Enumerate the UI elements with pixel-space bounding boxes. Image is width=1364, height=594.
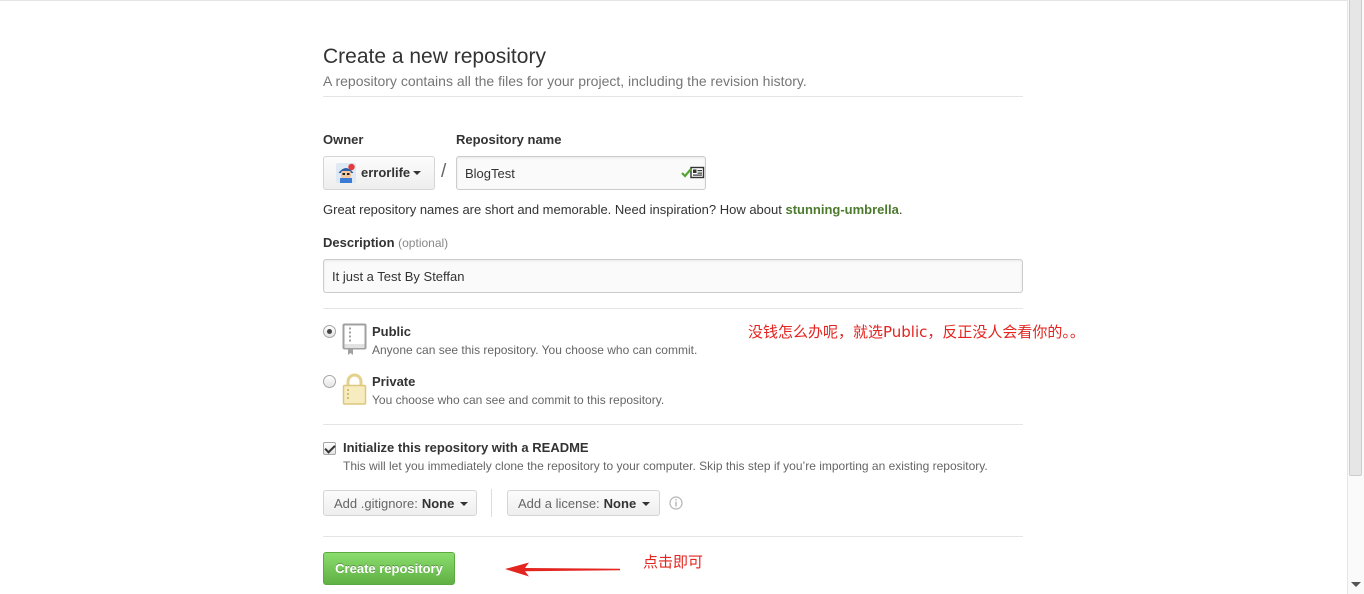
owner-select-button[interactable]: errorlife xyxy=(323,156,435,190)
lock-icon xyxy=(342,372,367,408)
owner-label: Owner xyxy=(323,132,364,147)
visibility-annotation: 没钱怎么办呢，就选Public，反正没人会看你的。。 xyxy=(748,323,1085,341)
description-divider xyxy=(323,308,1023,309)
path-separator: / xyxy=(441,161,447,182)
public-radio[interactable] xyxy=(323,325,336,338)
readme-description: This will let you immediately clone the … xyxy=(343,459,988,473)
page-subtitle: A repository contains all the files for … xyxy=(323,73,807,89)
top-border xyxy=(0,0,1347,1)
arrow-left-icon xyxy=(505,562,620,577)
caret-down-icon xyxy=(460,501,469,506)
scroll-down-arrow-icon[interactable] xyxy=(1351,582,1361,587)
private-description: You choose who can see and commit to thi… xyxy=(372,393,665,407)
caret-down-icon xyxy=(642,501,651,506)
book-icon xyxy=(342,323,367,359)
repository-name-label: Repository name xyxy=(456,132,562,147)
visibility-divider xyxy=(323,424,1023,425)
owner-name: errorlife xyxy=(361,165,411,180)
hint-text: Great repository names are short and mem… xyxy=(323,202,786,217)
readme-label: Initialize this repository with a README xyxy=(343,440,589,455)
repository-name-field xyxy=(456,156,706,190)
gitignore-prefix: Add .gitignore: xyxy=(334,495,418,511)
license-value: None xyxy=(603,495,637,511)
license-select-button[interactable]: Add a license: None xyxy=(507,490,660,516)
repository-name-input[interactable] xyxy=(456,156,706,190)
new-repository-page: Create a new repository A repository con… xyxy=(0,0,1364,594)
description-input[interactable] xyxy=(323,259,1023,293)
public-description: Anyone can see this repository. You choo… xyxy=(372,343,698,357)
description-label-text: Description xyxy=(323,235,395,250)
private-radio[interactable] xyxy=(323,375,336,388)
public-label: Public xyxy=(372,324,412,339)
submit-annotation: 点击即可 xyxy=(643,553,704,571)
header-divider xyxy=(323,96,1023,97)
description-label: Description (optional) xyxy=(323,235,448,251)
gitignore-value: None xyxy=(421,495,455,511)
license-prefix: Add a license: xyxy=(518,495,600,511)
avatar xyxy=(336,163,356,183)
info-icon[interactable] xyxy=(669,496,683,510)
check-icon xyxy=(681,166,705,179)
options-divider xyxy=(323,536,1023,537)
private-label: Private xyxy=(372,374,416,389)
create-repository-button[interactable]: Create repository xyxy=(323,552,455,585)
repository-name-hint: Great repository names are short and mem… xyxy=(323,202,902,218)
optional-tag: (optional) xyxy=(398,236,449,250)
scrollbar-thumb[interactable] xyxy=(1349,0,1362,476)
caret-down-icon xyxy=(413,171,421,175)
page-title: Create a new repository xyxy=(323,45,546,68)
readme-checkbox[interactable] xyxy=(323,442,336,455)
hint-suffix: . xyxy=(898,202,903,217)
gitignore-select-button[interactable]: Add .gitignore: None xyxy=(323,490,477,516)
description-field xyxy=(323,259,1023,293)
button-separator xyxy=(491,489,492,517)
name-suggestion-link[interactable]: stunning-umbrella xyxy=(785,202,898,217)
